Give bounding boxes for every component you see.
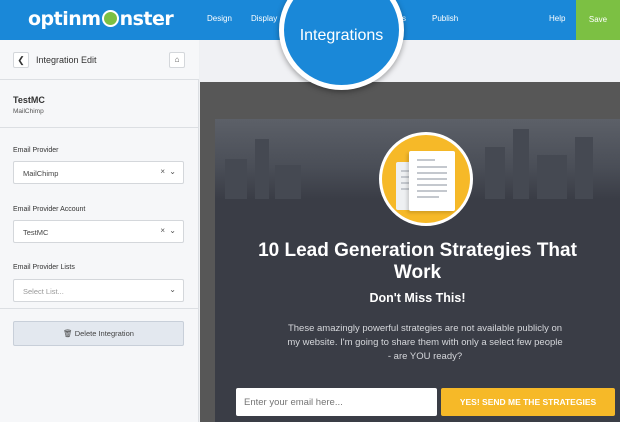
chevron-down-icon[interactable]: ⌄ bbox=[169, 285, 176, 294]
trash-icon: 🗑 bbox=[63, 329, 73, 338]
send-strategies-button[interactable]: YES! SEND ME THE STRATEGIES bbox=[441, 388, 615, 416]
text-line bbox=[417, 178, 447, 180]
preview-toolbar bbox=[200, 40, 620, 82]
text-line bbox=[417, 159, 435, 161]
logo-text-right: nster bbox=[119, 8, 174, 30]
clear-x-icon[interactable]: × bbox=[160, 167, 165, 176]
sidebar-title: Integration Edit bbox=[36, 55, 97, 65]
optin-headline: 10 Lead Generation Strategies That Work bbox=[258, 240, 577, 283]
optinmonster-logo[interactable]: optinm nster bbox=[28, 8, 174, 30]
monster-logo-icon bbox=[101, 10, 119, 27]
building-shape bbox=[485, 147, 505, 199]
building-shape bbox=[537, 155, 567, 199]
delete-integration-label: Delete Integration bbox=[74, 329, 134, 338]
nav-publish[interactable]: Publish bbox=[432, 14, 458, 23]
chevron-down-icon[interactable]: ⌄ bbox=[169, 167, 176, 176]
building-shape bbox=[255, 139, 269, 199]
sidebar-header: ❮ Integration Edit ⌂ bbox=[0, 40, 199, 80]
chevron-down-icon[interactable]: ⌄ bbox=[169, 226, 176, 235]
provider-lists-placeholder: Select List... bbox=[23, 287, 64, 296]
home-icon: ⌂ bbox=[174, 55, 180, 64]
nav-display[interactable]: Display bbox=[251, 14, 277, 23]
account-name: TestMC bbox=[13, 95, 45, 105]
building-shape bbox=[225, 159, 247, 199]
optin-description: These amazingly powerful strategies are … bbox=[287, 323, 563, 362]
optin-preview: 10 Lead Generation Strategies That Work … bbox=[215, 119, 620, 422]
nav-design[interactable]: Design bbox=[207, 14, 232, 23]
home-button[interactable]: ⌂ bbox=[169, 52, 185, 68]
provider-account-select[interactable]: TestMC × ⌄ bbox=[13, 220, 184, 243]
provider-account-label: Email Provider Account bbox=[13, 206, 86, 213]
back-button[interactable]: ❮ bbox=[13, 52, 29, 68]
building-shape bbox=[575, 137, 593, 199]
chevron-left-icon: ❮ bbox=[17, 55, 25, 65]
logo-text-left: optinm bbox=[28, 8, 101, 30]
delete-integration-button[interactable]: 🗑 Delete Integration bbox=[13, 321, 184, 346]
nav-help[interactable]: Help bbox=[549, 14, 565, 23]
text-line bbox=[417, 172, 447, 174]
optin-subheadline: Don't Miss This! bbox=[369, 291, 466, 305]
text-line bbox=[417, 190, 447, 192]
text-line bbox=[417, 196, 439, 198]
provider-lists-select[interactable]: Select List... ⌄ bbox=[13, 279, 184, 302]
document-front-page bbox=[409, 151, 455, 211]
email-input[interactable] bbox=[236, 388, 437, 416]
provider-account-value: TestMC bbox=[23, 228, 49, 237]
clear-x-icon[interactable]: × bbox=[160, 226, 165, 235]
save-button[interactable]: Save bbox=[576, 0, 620, 40]
divider bbox=[0, 127, 199, 128]
nav-integrations[interactable]: Integrations bbox=[284, 27, 399, 45]
email-provider-value: MailChimp bbox=[23, 169, 59, 178]
building-shape bbox=[513, 129, 529, 199]
sidebar: ❮ Integration Edit ⌂ TestMC MailChimp Em… bbox=[0, 40, 199, 422]
building-shape bbox=[275, 165, 301, 199]
email-provider-label: Email Provider bbox=[13, 147, 59, 154]
text-line bbox=[417, 184, 447, 186]
text-line bbox=[417, 166, 447, 168]
provider-lists-label: Email Provider Lists bbox=[13, 264, 75, 271]
email-provider-select[interactable]: MailChimp × ⌄ bbox=[13, 161, 184, 184]
document-icon bbox=[379, 132, 473, 226]
divider bbox=[0, 308, 199, 309]
account-provider: MailChimp bbox=[13, 108, 44, 115]
